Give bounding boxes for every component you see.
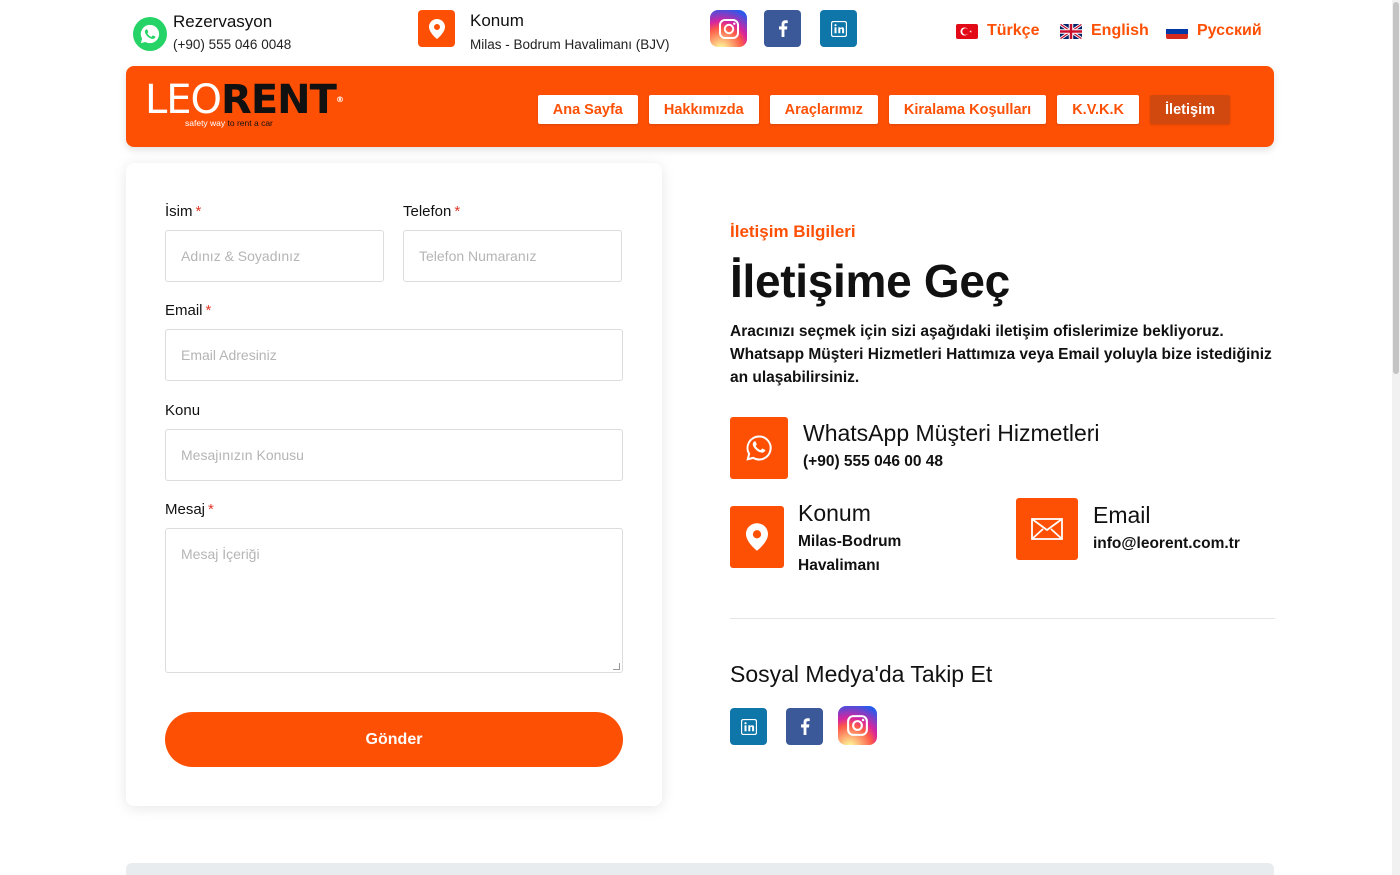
lang-russian[interactable]: Русский [1166, 22, 1262, 40]
phone-input[interactable]: Telefon Numaranız [403, 230, 622, 282]
instagram-icon[interactable] [710, 10, 747, 47]
location-title: Konum [798, 500, 871, 526]
resize-handle-icon[interactable] [613, 663, 620, 670]
lang-english-label: English [1091, 22, 1149, 39]
contact-info: İletişim Bilgileri İletişime Geç Aracını… [730, 222, 1275, 389]
phone-label: Telefon * [403, 203, 461, 220]
whatsapp-icon [730, 417, 788, 479]
nav-menu: Ana Sayfa Hakkımızda Araçlarımız Kiralam… [537, 95, 1230, 124]
page-scrollbar[interactable] [1392, 0, 1400, 875]
submit-button[interactable]: Gönder [165, 712, 623, 767]
location-value: Milas-Bodrum Havalimanı [798, 533, 902, 574]
linkedin-icon[interactable] [820, 10, 857, 47]
reservation-phone[interactable]: (+90) 555 046 0048 [173, 37, 291, 52]
top-bar: Rezervasyon (+90) 555 046 0048 Konum Mil… [0, 0, 1400, 66]
name-label: İsim * [165, 203, 202, 220]
brand-logo[interactable]: LEORENT® safety way to rent a car [145, 77, 344, 130]
lang-russian-label: Русский [1197, 22, 1262, 39]
contact-form: İsim * Adınız & Soyadınız Telefon * Telefo… [126, 163, 662, 806]
lang-turkish[interactable]: Türkçe [956, 22, 1039, 40]
message-label: Mesaj * [165, 501, 214, 518]
nav-item-home[interactable]: Ana Sayfa [537, 95, 638, 124]
linkedin-icon[interactable] [730, 708, 767, 745]
turkey-flag-icon [956, 23, 978, 39]
social-title: Sosyal Medya'da Takip Et [730, 661, 993, 687]
lang-turkish-label: Türkçe [987, 22, 1040, 39]
nav-item-rental-terms[interactable]: Kiralama Koşulları [888, 95, 1047, 124]
contact-page: Rezervasyon (+90) 555 046 0048 Konum Mil… [0, 0, 1400, 875]
main-navbar: LEORENT® safety way to rent a car Ana Sa… [126, 66, 1274, 147]
contact-description: Aracınızı seçmek için sizi aşağıdaki ile… [730, 323, 1272, 386]
email-title: Email [1093, 502, 1151, 528]
map-pin-icon [730, 506, 784, 568]
whatsapp-title: WhatsApp Müşteri Hizmetleri [803, 420, 1100, 446]
lang-english[interactable]: English [1060, 22, 1149, 40]
location-title: Konum [470, 11, 524, 30]
reservation-title: Rezervasyon [173, 12, 273, 31]
divider [730, 618, 1275, 619]
name-input[interactable]: Adınız & Soyadınız [165, 230, 384, 282]
facebook-icon[interactable] [764, 10, 801, 47]
whatsapp-number[interactable]: (+90) 555 046 00 48 [803, 450, 943, 474]
nav-item-about[interactable]: Hakkımızda [648, 95, 759, 124]
subject-label: Konu [165, 402, 201, 419]
page-title: İletişime Geç [730, 255, 1010, 307]
subject-input[interactable]: Mesajınızın Konusu [165, 429, 623, 481]
nav-item-kvkk[interactable]: K.V.K.K [1057, 95, 1140, 124]
email-label: Email * [165, 302, 212, 319]
uk-flag-icon [1060, 23, 1082, 39]
facebook-icon[interactable] [786, 708, 823, 745]
nav-item-vehicles[interactable]: Araçlarımız [769, 95, 878, 124]
map-embed[interactable] [126, 863, 1274, 875]
brand-name-leo: LEO [145, 77, 222, 123]
email-input[interactable]: Email Adresiniz [165, 329, 623, 381]
brand-name-rent: RENT [221, 77, 337, 123]
message-placeholder: Mesaj İçeriği [181, 546, 260, 562]
envelope-icon [1016, 498, 1078, 560]
whatsapp-icon [133, 17, 167, 51]
email-address[interactable]: info@leorent.com.tr [1093, 532, 1240, 556]
location-block[interactable]: Konum Milas - Bodrum Havalimanı (BJV) [418, 10, 670, 52]
nav-item-contact[interactable]: İletişim [1150, 95, 1230, 124]
instagram-icon[interactable] [838, 706, 877, 745]
reservation-block[interactable]: Rezervasyon (+90) 555 046 0048 [133, 12, 291, 52]
scrollbar-thumb[interactable] [1393, 2, 1399, 374]
location-address: Milas - Bodrum Havalimanı (BJV) [470, 37, 670, 52]
brand-tagline: safety way to rent a car [185, 118, 273, 128]
contact-eyebrow: İletişim Bilgileri [730, 222, 856, 241]
message-textarea[interactable]: Mesaj İçeriği [165, 528, 623, 673]
russia-flag-icon [1166, 23, 1188, 39]
map-pin-icon [418, 10, 455, 47]
